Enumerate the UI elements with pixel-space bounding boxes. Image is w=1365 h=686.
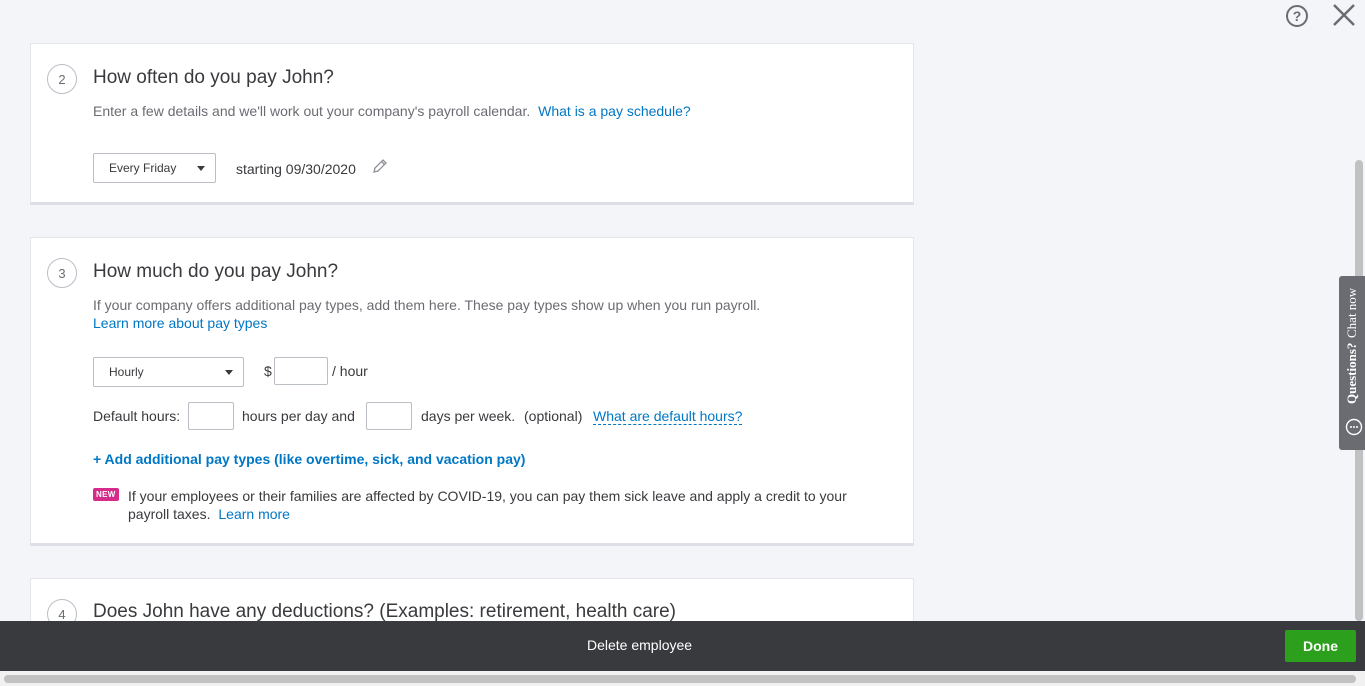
chevron-down-icon [197, 166, 205, 171]
help-icon[interactable]: ? [1286, 5, 1308, 27]
pay-schedule-description: Enter a few details and we'll work out y… [93, 103, 691, 119]
days-per-week-input[interactable] [366, 402, 412, 430]
hours-per-day-label: hours per day and [242, 408, 355, 424]
per-hour-label: / hour [332, 363, 368, 379]
default-hours-label: Default hours: [93, 408, 181, 424]
chat-question-text: Questions? [1344, 342, 1359, 404]
learn-pay-types-link[interactable]: Learn more about pay types [93, 315, 267, 331]
step-number: 3 [47, 258, 77, 288]
chevron-down-icon [225, 370, 233, 375]
pay-frequency-value: Every Friday [109, 161, 177, 175]
pencil-icon[interactable] [371, 157, 389, 175]
footer-bar: Delete employee Done [0, 621, 1365, 671]
delete-employee-button[interactable]: Delete employee [587, 637, 692, 653]
days-per-week-label: days per week. [421, 408, 516, 424]
deductions-title: Does John have any deductions? (Examples… [93, 601, 676, 622]
close-icon[interactable] [1331, 2, 1357, 28]
default-hours-link-text[interactable]: What are default hours? [593, 408, 743, 425]
covid-learn-more-link[interactable]: Learn more [218, 506, 290, 522]
default-hours-help-link[interactable]: What are default hours? [593, 408, 743, 425]
pay-rate-input[interactable] [274, 357, 328, 385]
starting-date: starting 09/30/2020 [236, 161, 356, 177]
pay-schedule-help-link[interactable]: What is a pay schedule? [538, 103, 691, 119]
new-badge: NEW [93, 488, 119, 501]
add-pay-types-link[interactable]: + Add additional pay types (like overtim… [93, 451, 525, 467]
pay-rate-description: If your company offers additional pay ty… [93, 297, 761, 313]
currency-symbol: $ [264, 363, 272, 379]
chat-now-text: Chat now [1344, 288, 1359, 339]
step-number: 2 [47, 64, 77, 94]
pay-frequency-select[interactable]: Every Friday [93, 153, 216, 183]
pay-schedule-title: How often do you pay John? [93, 67, 334, 88]
optional-label: (optional) [524, 408, 583, 424]
pay-type-select[interactable]: Hourly [93, 357, 244, 387]
horizontal-scrollbar[interactable] [4, 675, 1356, 683]
pay-schedule-card: 2 How often do you pay John? Enter a few… [30, 43, 914, 205]
chat-tab-label[interactable]: Questions? Chat now [1339, 276, 1365, 416]
right-pane [914, 0, 1365, 621]
hours-per-day-input[interactable] [188, 402, 234, 430]
done-button[interactable]: Done [1285, 630, 1356, 662]
pay-rate-card: 3 How much do you pay John? If your comp… [30, 237, 914, 546]
covid-notice: If your employees or their families are … [128, 487, 848, 523]
pay-rate-title: How much do you pay John? [93, 261, 339, 282]
description-text: Enter a few details and we'll work out y… [93, 103, 531, 119]
chat-bubble-icon[interactable] [1345, 418, 1363, 436]
pay-type-value: Hourly [109, 365, 144, 379]
